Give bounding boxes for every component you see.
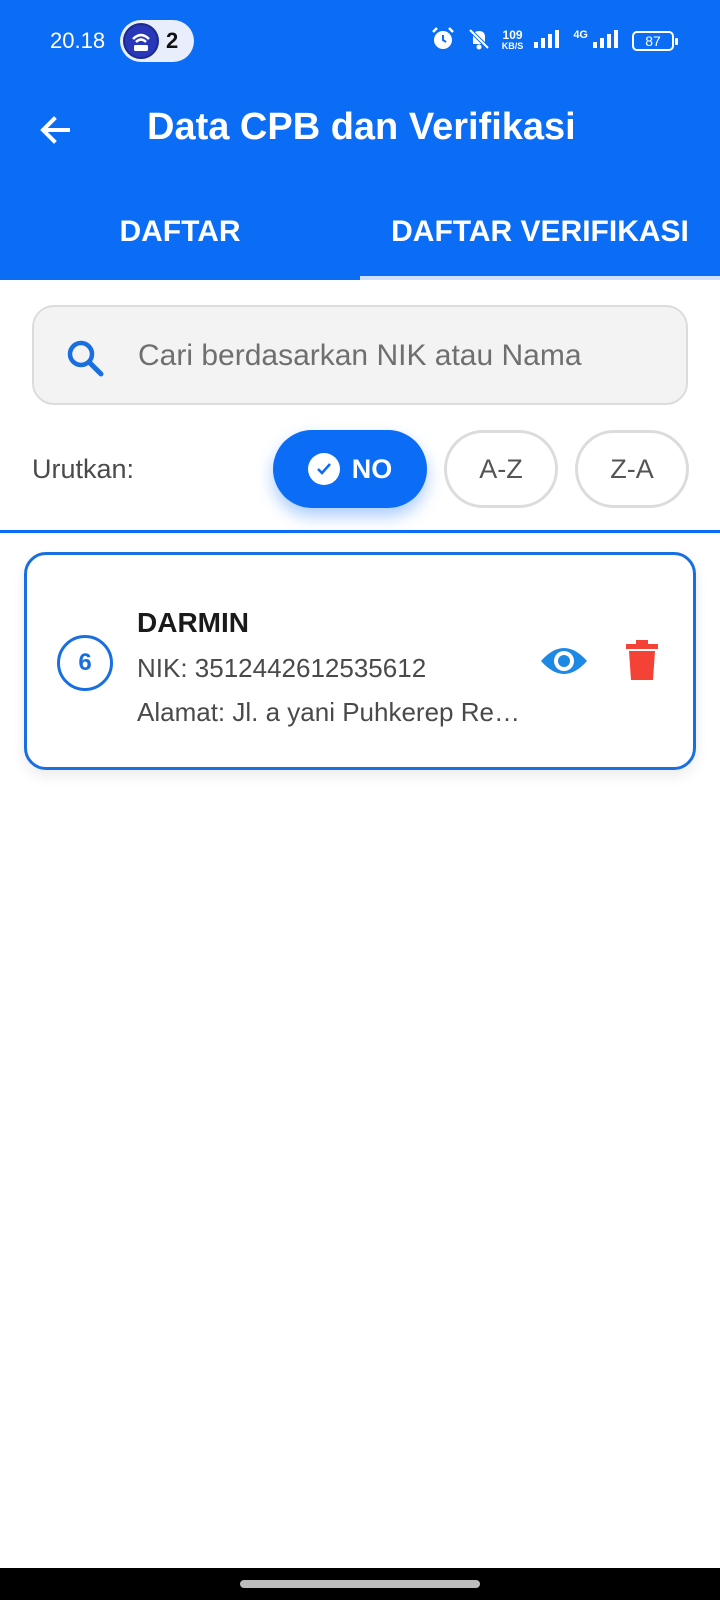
signal-icon bbox=[533, 28, 563, 55]
net-speed: 109 KB/S bbox=[501, 28, 524, 51]
search-box bbox=[32, 305, 688, 405]
arrow-left-icon bbox=[40, 116, 70, 144]
app-root: 20.18 2 109 KB/S 4G 87 Data CPB dan Veri… bbox=[0, 0, 720, 1600]
tab-indicator bbox=[360, 276, 720, 280]
search-icon bbox=[67, 340, 104, 377]
sort-chip-label: NO bbox=[351, 453, 393, 484]
eye-icon bbox=[541, 648, 587, 674]
view-button[interactable] bbox=[539, 641, 589, 681]
hotspot-notification-pill[interactable]: 2 bbox=[120, 20, 194, 62]
check-circle-icon bbox=[307, 453, 340, 485]
home-handle[interactable] bbox=[240, 1580, 480, 1588]
sort-chip-no[interactable]: NO bbox=[273, 430, 427, 508]
signal-4g-icon bbox=[592, 28, 622, 55]
sort-label: Urutkan: bbox=[32, 454, 135, 484]
sort-chip-za[interactable]: Z-A bbox=[575, 430, 689, 508]
notification-count: 2 bbox=[166, 28, 179, 53]
network-type: 4G bbox=[573, 29, 588, 41]
status-bar: 20.18 2 109 KB/S 4G 87 bbox=[0, 0, 720, 84]
item-nik: NIK: 3512442612535612 bbox=[137, 653, 427, 683]
sort-chip-az[interactable]: A-Z bbox=[444, 430, 558, 508]
item-name: DARMIN bbox=[137, 607, 249, 638]
app-bar: Data CPB dan Verifikasi bbox=[0, 84, 720, 192]
tab-bar: DAFTAR DAFTAR VERIFIKASI bbox=[0, 192, 720, 280]
wifi-hotspot-icon bbox=[123, 23, 159, 59]
page-title: Data CPB dan Verifikasi bbox=[147, 106, 576, 148]
tab-daftar-verifikasi[interactable]: DAFTAR VERIFIKASI bbox=[360, 192, 720, 280]
list-item[interactable]: 6 DARMIN NIK: 3512442612535612 Alamat: J… bbox=[24, 552, 696, 770]
trash-icon bbox=[626, 640, 658, 680]
delete-button[interactable] bbox=[625, 639, 659, 681]
status-icons: 109 KB/S 4G 87 bbox=[430, 26, 678, 57]
item-address: Alamat: Jl. a yani Puhkerep Re… bbox=[137, 697, 520, 727]
back-button[interactable] bbox=[34, 108, 78, 152]
tab-daftar[interactable]: DAFTAR bbox=[0, 192, 360, 280]
status-time: 20.18 bbox=[50, 28, 106, 53]
bell-muted-icon bbox=[466, 26, 492, 57]
alarm-icon bbox=[430, 26, 456, 57]
item-number-badge: 6 bbox=[57, 635, 113, 691]
divider bbox=[0, 530, 720, 533]
battery-icon: 87 bbox=[632, 31, 678, 51]
system-nav-bar bbox=[0, 1568, 720, 1600]
search-input[interactable] bbox=[138, 327, 668, 385]
